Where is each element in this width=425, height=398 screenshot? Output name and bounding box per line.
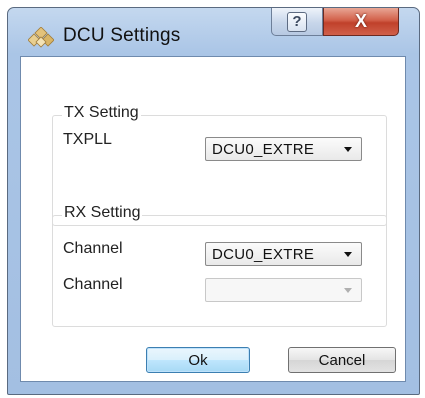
ok-button-label: Ok [188,351,208,369]
txpll-label: TXPLL [63,131,112,148]
help-icon: ? [287,11,307,32]
channel-label-2: Channel [63,276,123,293]
rx-setting-title: RX Setting [62,204,143,222]
cancel-button[interactable]: Cancel [288,347,396,373]
dialog-content: TX Setting TXPLL DCU0_EXTRE RX Setting C… [20,56,406,382]
tx-setting-title: TX Setting [62,104,141,122]
rx-setting-group: RX Setting Channel DCU0_EXTRE Channel [52,204,387,327]
help-button[interactable]: ? [271,8,323,36]
title-bar[interactable]: DCU Settings ? X [8,8,419,56]
dcu-settings-dialog: DCU Settings ? X TX Setting TXPLL DCU0_E… [7,7,420,395]
settings-diamond-icon [28,27,54,48]
chevron-down-icon [344,147,352,152]
channel-dropdown-1-value: DCU0_EXTRE [212,246,315,263]
window-title: DCU Settings [63,25,181,46]
channel-label-1: Channel [63,240,123,257]
chevron-down-icon [344,288,352,293]
txpll-dropdown-value: DCU0_EXTRE [212,141,315,158]
txpll-dropdown[interactable]: DCU0_EXTRE [205,137,362,161]
close-icon: X [354,11,367,31]
chevron-down-icon [344,252,352,257]
channel-dropdown-1[interactable]: DCU0_EXTRE [205,242,362,266]
close-button[interactable]: X [323,8,399,36]
ok-button[interactable]: Ok [146,347,250,373]
channel-dropdown-2[interactable] [205,278,362,302]
cancel-button-label: Cancel [318,351,366,369]
